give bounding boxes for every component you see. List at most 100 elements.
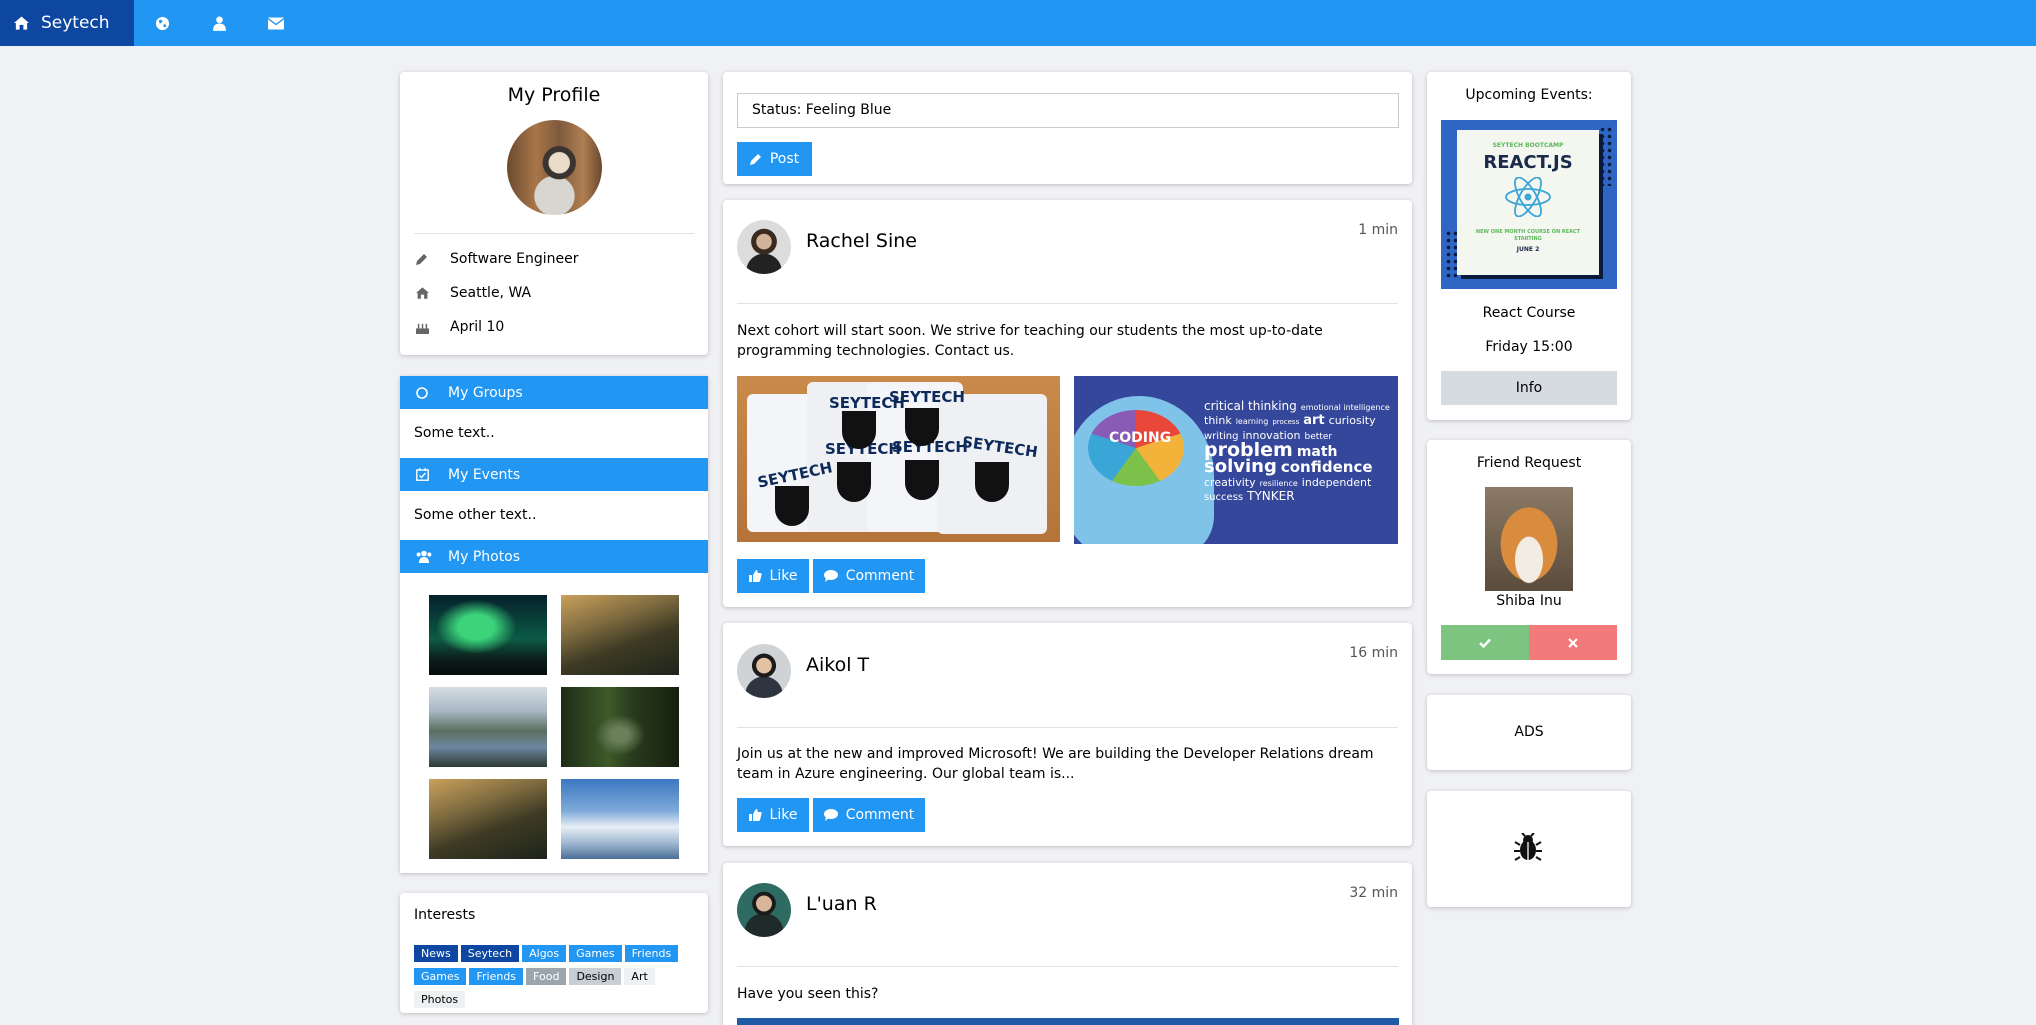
word-cloud-word: critical thinking [1204, 399, 1297, 413]
comment-label: Comment [845, 568, 915, 584]
post-button-label: Post [769, 151, 800, 167]
home-icon [416, 287, 450, 299]
like-label: Like [769, 807, 798, 823]
like-button[interactable]: Like [737, 798, 809, 832]
envelope-icon[interactable] [248, 0, 305, 46]
post-time: 1 min [1358, 222, 1398, 238]
thumbs-up-icon [748, 570, 762, 582]
friend-request-card: Friend Request Shiba Inu [1427, 440, 1631, 674]
my-events-button[interactable]: My Events [400, 458, 708, 491]
like-label: Like [769, 568, 798, 584]
globe-icon[interactable] [134, 0, 191, 46]
my-groups-button[interactable]: My Groups [400, 376, 708, 409]
post-author: Aikol T [806, 654, 870, 676]
comment-icon [823, 809, 838, 821]
close-icon [1568, 637, 1578, 648]
coding-label: CODING [1109, 430, 1172, 446]
status-input[interactable]: Status: Feeling Blue [737, 93, 1399, 128]
interest-tag[interactable]: Games [569, 945, 622, 962]
check-icon [1479, 638, 1491, 648]
post-avatar [737, 644, 791, 698]
interest-tag[interactable]: Photos [414, 991, 466, 1008]
divider [737, 727, 1398, 728]
profile-title: My Profile [507, 84, 601, 106]
post-text: Next cohort will start soon. We strive f… [737, 323, 1323, 359]
event-poster[interactable]: SEYTECH BOOTCAMP REACT.JS NEW ONE MONTH … [1441, 120, 1617, 289]
photo-snowy-mountains[interactable] [561, 779, 679, 859]
interests-card: Interests News Seytech Algos Games FriendsGa… [400, 893, 708, 1013]
event-info-button[interactable]: Info [1441, 371, 1617, 405]
my-events-text: Some other text.. [414, 507, 537, 523]
divider [737, 303, 1398, 304]
friend-avatar [1485, 487, 1573, 591]
pencil-icon [416, 253, 450, 265]
post-time: 16 min [1349, 645, 1398, 661]
decline-button[interactable] [1529, 625, 1617, 660]
photo-waterfall-2[interactable] [429, 779, 547, 859]
comment-icon [823, 570, 838, 582]
thumbs-up-icon [748, 809, 762, 821]
word-cloud-word: think [1204, 414, 1232, 427]
word-cloud: critical thinking emotional intelligencet… [1204, 400, 1394, 540]
word-cloud-word: creativity [1204, 476, 1256, 489]
comment-button[interactable]: Comment [813, 798, 925, 832]
ads-card: ADS [1427, 695, 1631, 770]
my-events-label: My Events [448, 466, 521, 483]
interest-tag[interactable]: Games [414, 968, 467, 985]
post-image-tshirts[interactable]: SEYTECH SEYTECH SEYTECH SEYTECH SEYTECH … [737, 376, 1060, 542]
post-text: Have you seen this? [737, 986, 879, 1002]
photo-forest-bridge[interactable] [561, 687, 679, 767]
interest-tag[interactable]: Algos [522, 945, 567, 962]
events-card: Upcoming Events: SEYTECH BOOTCAMP REACT.… [1427, 72, 1631, 420]
top-navbar: Seytech [0, 0, 2036, 46]
friend-name: Shiba Inu [1496, 593, 1562, 609]
status-card: Status: Feeling Blue Post [723, 72, 1412, 184]
bug-icon[interactable] [1513, 832, 1543, 867]
profile-job-row: Software Engineer [400, 242, 708, 276]
photo-aurora[interactable] [429, 595, 547, 675]
interests-tags: News Seytech Algos Games FriendsGames Friends… [414, 943, 694, 1012]
pencil-icon [749, 154, 761, 165]
word-cloud-word: process [1272, 418, 1300, 426]
post-image[interactable] [737, 1018, 1399, 1025]
shirt-logo-text: SEYTECH [889, 388, 965, 406]
interest-tag[interactable]: Art [624, 968, 655, 985]
post-image-coding[interactable]: CODING critical thinking emotional intell… [1074, 376, 1398, 544]
comment-button[interactable]: Comment [813, 559, 925, 593]
post-card: L'uan R 32 min Have you seen this? [723, 863, 1412, 1025]
info-label: Info [1515, 380, 1543, 396]
post-card: Aikol T 16 min Join us at the new and im… [723, 623, 1412, 846]
my-photos-label: My Photos [448, 548, 521, 565]
calendar-check-icon [416, 468, 448, 481]
interest-tag[interactable]: Friends [624, 945, 679, 962]
photo-waterfall[interactable] [561, 595, 679, 675]
photo-fjord[interactable] [429, 687, 547, 767]
interest-tag[interactable]: Seytech [460, 945, 520, 962]
users-icon [416, 550, 448, 563]
interest-tag[interactable]: Design [569, 968, 622, 985]
word-cloud-word: solving [1204, 456, 1277, 477]
divider [414, 233, 694, 234]
user-icon[interactable] [191, 0, 248, 46]
post-avatar [737, 883, 791, 937]
accept-button[interactable] [1441, 625, 1529, 660]
word-cloud-word: learning [1235, 417, 1269, 426]
profile-card: My Profile Software Engineer Seattle, WA… [400, 72, 708, 355]
like-button[interactable]: Like [737, 559, 809, 593]
poster-sub: NEW ONE MONTH COURSE ON REACT STARTING [1475, 229, 1581, 242]
interest-tag[interactable]: News [414, 945, 458, 962]
birthday-cake-icon [416, 321, 450, 334]
post-button[interactable]: Post [737, 142, 812, 176]
bug-report-card [1427, 791, 1631, 907]
post-text: Join us at the new and improved Microsof… [737, 746, 1374, 782]
interest-tag[interactable]: Food [526, 968, 567, 985]
post-author: Rachel Sine [806, 230, 917, 252]
poster-title: REACT.JS [1483, 152, 1573, 173]
home-link[interactable]: Seytech [0, 0, 134, 46]
interest-tag[interactable]: Friends [469, 968, 524, 985]
poster-date: JUNE 2 [1516, 246, 1540, 253]
word-cloud-word: independent [1301, 476, 1372, 489]
poster-top: SEYTECH BOOTCAMP [1492, 142, 1564, 149]
divider [737, 966, 1398, 967]
my-photos-button[interactable]: My Photos [400, 540, 708, 573]
